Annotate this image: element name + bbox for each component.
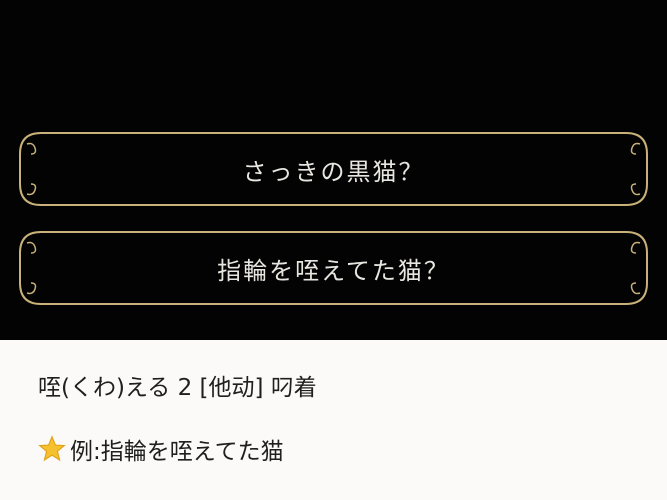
choice-label: さっきの黒猫？ (242, 157, 425, 186)
caption-area: 咥(くわ)える 2 [他动] 叼着 例:指輪を咥えてた猫 (0, 340, 667, 500)
star-icon (38, 435, 66, 462)
game-screen: さっきの黒猫？ 指輪を咥えてた猫？ (0, 0, 667, 340)
choice-button-black-cat[interactable]: さっきの黒猫？ (17, 130, 650, 208)
example-sentence: 例:指輪を咥えてた猫 (70, 439, 284, 465)
choice-label: 指輪を咥えてた猫？ (217, 256, 450, 285)
example-sentence-row: 例:指輪を咥えてた猫 (38, 432, 284, 466)
vocab-definition: 咥(くわ)える 2 [他动] 叼着 (38, 375, 317, 401)
choice-button-ring-cat[interactable]: 指輪を咥えてた猫？ (17, 229, 650, 307)
